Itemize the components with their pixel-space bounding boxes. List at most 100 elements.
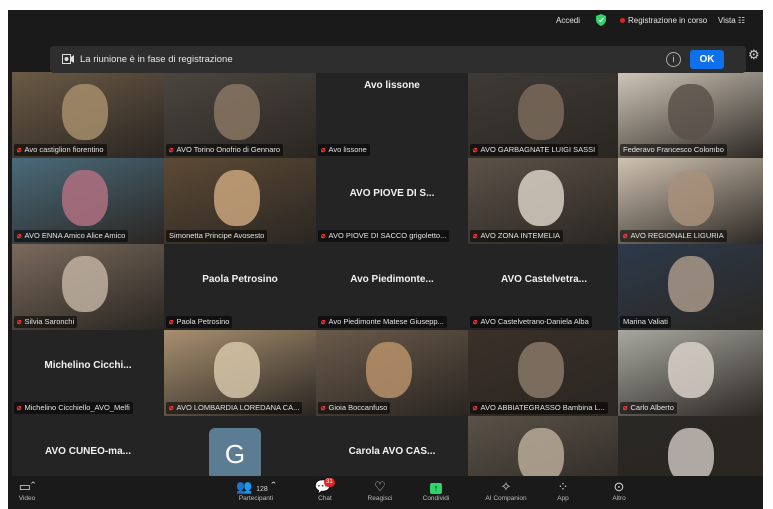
participant-label: ⌀ Carlo Alberto (620, 402, 677, 414)
participant-tile[interactable]: ⌀ Carlo Alberto (618, 330, 763, 416)
participant-tile[interactable]: AVO Castelvetra... ⌀ AVO Castelvetrano-Dan… (468, 244, 620, 330)
info-icon[interactable]: i (666, 52, 681, 67)
reactions-label: Reagisci (367, 495, 393, 502)
grid-icon: ☷ (737, 16, 746, 25)
participant-label-text: Carlo Alberto (630, 403, 674, 412)
muted-mic-icon: ⌀ (473, 403, 478, 412)
participant-label-text: Michelino Cicchiello_AVO_Melfi (24, 403, 130, 412)
record-dot-icon (620, 18, 625, 24)
participant-tile[interactable]: Avo lissone ⌀ Avo lissone (316, 72, 468, 158)
participant-label: ⌀ AVO GARBAGNATE LUIGI SASSI (470, 144, 599, 156)
participant-tile[interactable]: ⌀ AVO ABBIATEGRASSO Bambina L... (468, 330, 620, 416)
participant-tile[interactable]: ⌀ AVO LOMBARDIA LOREDANA CA... (164, 330, 316, 416)
participant-label-text: AVO ENNA Amico Alice Amico (24, 231, 126, 240)
participant-label-text: AVO GARBAGNATE LUIGI SASSI (480, 145, 596, 154)
participant-face (668, 342, 714, 398)
sparkle-icon: ✧ (500, 479, 512, 494)
participant-tile[interactable]: Federavo Francesco Colombo (618, 72, 763, 158)
participant-name-center: AVO PIOVE DI S... (349, 188, 435, 199)
participant-face (214, 170, 260, 226)
participant-face (62, 170, 108, 226)
reactions-button[interactable]: ♡ Reagisci (363, 478, 397, 502)
participant-tile[interactable]: Michelino Cicchi... ⌀ Michelino Cicchiello… (12, 330, 164, 416)
recording-banner: La riunione è in fase di registrazione i… (50, 46, 746, 73)
muted-mic-icon: ⌀ (17, 317, 22, 326)
participant-label-text: Avo castiglion fiorentino (24, 145, 104, 154)
share-label: Condividi (422, 495, 450, 502)
participant-name-center: Paola Petrosino (202, 274, 278, 285)
participant-label: ⌀ Gioia Boccanfuso (318, 402, 391, 414)
participant-name-center: Carola AVO CAS... (348, 446, 436, 457)
participant-tile[interactable]: Paola Petrosino ⌀ Paola Petrosino (164, 244, 316, 330)
participant-tile[interactable]: ⌀ AVO REGIONALE LIGURIA (618, 158, 763, 244)
login-link[interactable]: Accedi (556, 16, 580, 25)
chat-button[interactable]: 💬ˆ 31 Chat (310, 478, 340, 502)
muted-mic-icon: ⌀ (169, 317, 174, 326)
participant-face (518, 342, 564, 398)
muted-mic-icon: ⌀ (321, 231, 326, 240)
participant-label: ⌀ AVO Torino Onofrio di Gennaro (166, 144, 284, 156)
participant-face (366, 342, 412, 398)
top-bar: Accedi Registrazione in corso Vista ☷ (8, 10, 763, 32)
participant-name-center: AVO Castelvetra... (501, 274, 587, 285)
participant-tile[interactable]: ⌀ Gioia Boccanfuso (316, 330, 468, 416)
participant-tile[interactable]: Avo Piedimonte... ⌀ Avo Piedimonte Matese … (316, 244, 468, 330)
participant-label: ⌀ AVO PIOVE DI SACCO grigoletto... (318, 230, 450, 242)
participant-label-text: AVO ABBIATEGRASSO Bambina L... (480, 403, 605, 412)
shield-icon[interactable] (596, 14, 606, 26)
participant-tile[interactable]: AVO PIOVE DI S... ⌀ AVO PIOVE DI SACCO gri… (316, 158, 468, 244)
participant-label-text: Gioia Boccanfuso (328, 403, 388, 412)
participant-tile[interactable]: ⌀ Avo castiglion fiorentino (12, 72, 164, 158)
participant-label: Federavo Francesco Colombo (620, 144, 727, 156)
participant-label: ⌀ AVO REGIONALE LIGURIA (620, 230, 727, 242)
apps-button[interactable]: ⁘ App (548, 478, 578, 502)
ai-companion-button[interactable]: ✧ AI Companion (478, 478, 534, 502)
muted-mic-icon: ⌀ (17, 145, 22, 154)
participant-label-text: AVO Torino Onofrio di Gennaro (176, 145, 281, 154)
participant-tile[interactable]: ⌀ Silvia Saronchi (12, 244, 164, 330)
participant-label: ⌀ Avo castiglion fiorentino (14, 144, 107, 156)
more-label: Altro (612, 495, 626, 502)
view-button[interactable]: Vista ☷ (718, 16, 745, 25)
more-icon: ⊙ (613, 479, 625, 494)
muted-mic-icon: ⌀ (623, 231, 628, 240)
participant-face (62, 256, 108, 312)
muted-mic-icon: ⌀ (473, 231, 478, 240)
video-button[interactable]: ▭ˆ Video (12, 478, 42, 502)
participant-tile[interactable]: ⌀ AVO Torino Onofrio di Gennaro (164, 72, 316, 158)
participant-label: ⌀ Silvia Saronchi (14, 316, 78, 328)
banner-text: La riunione è in fase di registrazione (80, 54, 233, 65)
participant-name-center: Avo Piedimonte... (350, 274, 434, 285)
apps-label: App (557, 495, 569, 502)
participant-tile[interactable]: Marina Valiati (618, 244, 763, 330)
chat-badge: 31 (324, 478, 335, 487)
camera-icon: ▭ˆ (18, 479, 36, 494)
participant-label: ⌀ AVO Castelvetrano-Daniela Alba (470, 316, 592, 328)
participant-label-text: AVO LOMBARDIA LOREDANA CA... (176, 403, 300, 412)
participant-tile[interactable]: ⌀ AVO ZONA INTEMELIA (468, 158, 620, 244)
muted-mic-icon: ⌀ (623, 403, 628, 412)
heart-icon: ♡ (374, 479, 386, 494)
participant-label: ⌀ AVO ZONA INTEMELIA (470, 230, 563, 242)
apps-icon: ⁘ (557, 479, 569, 494)
share-icon: ↑ (416, 478, 456, 495)
participant-tile[interactable]: Simonetta Principe Avosesto (164, 158, 316, 244)
participant-label: Simonetta Principe Avosesto (166, 230, 268, 242)
participant-label-text: Paola Petrosino (176, 317, 230, 326)
recording-status[interactable]: Registrazione in corso (620, 16, 707, 25)
recording-icon (62, 54, 74, 64)
participant-name-center: AVO CUNEO-ma... (45, 446, 131, 457)
participant-face (214, 84, 260, 140)
muted-mic-icon: ⌀ (17, 403, 22, 412)
participant-tile[interactable]: ⌀ AVO ENNA Amico Alice Amico (12, 158, 164, 244)
muted-mic-icon: ⌀ (321, 317, 326, 326)
participant-label: ⌀ Avo Piedimonte Matese Giusepp... (318, 316, 447, 328)
share-button[interactable]: ↑ Condividi (416, 478, 456, 502)
participants-button[interactable]: 👥 128 ˆ Partecipanti (226, 478, 286, 502)
participant-label-text: AVO ZONA INTEMELIA (480, 231, 560, 240)
settings-icon[interactable]: ⚙ (748, 47, 760, 63)
participant-tile[interactable]: ⌀ AVO GARBAGNATE LUIGI SASSI (468, 72, 620, 158)
participant-face (518, 170, 564, 226)
ok-button[interactable]: OK (690, 50, 724, 69)
more-button[interactable]: ⊙ Altro (604, 478, 634, 502)
